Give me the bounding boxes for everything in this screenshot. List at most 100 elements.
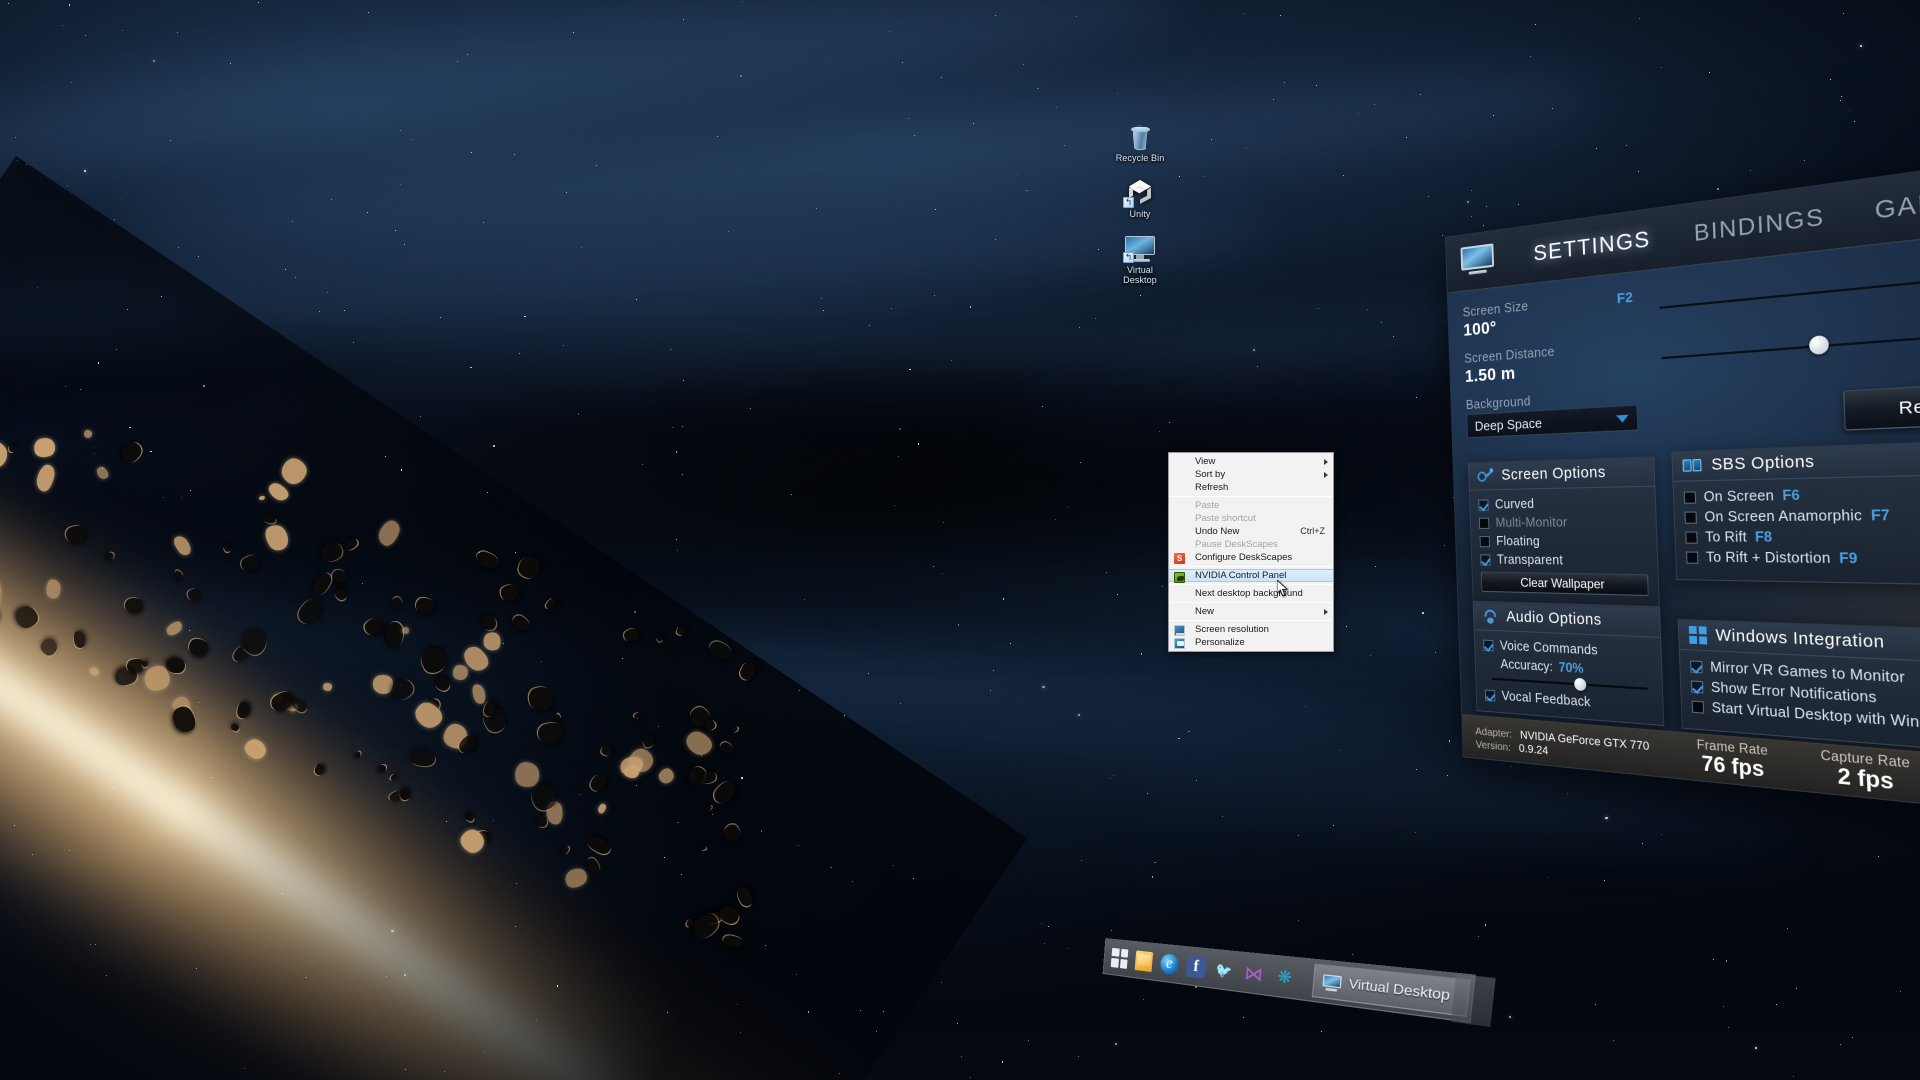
desktop-icon-label: Recycle Bin bbox=[1101, 153, 1179, 163]
taskbar-window-label: Virtual Desktop bbox=[1348, 977, 1451, 1004]
checkbox-label: Transparent bbox=[1497, 552, 1564, 567]
checkbox-label: To Rift bbox=[1705, 529, 1747, 545]
checkbox-row-to-rift-distortion[interactable]: To Rift + Distortion F9 bbox=[1686, 549, 1920, 568]
version-label: Version: bbox=[1476, 738, 1512, 754]
menu-item-next-desktop-background[interactable]: Next desktop background bbox=[1169, 587, 1333, 600]
facebook-icon[interactable] bbox=[1186, 955, 1206, 978]
checkbox[interactable] bbox=[1686, 551, 1699, 563]
folder-icon[interactable] bbox=[1135, 950, 1154, 972]
vocal-feedback-checkbox[interactable] bbox=[1485, 689, 1496, 701]
checkbox[interactable] bbox=[1480, 554, 1490, 565]
desktop-icon-recycle-bin[interactable]: Recycle Bin bbox=[1101, 112, 1179, 163]
checkbox-row-curved[interactable]: Curved bbox=[1478, 495, 1645, 512]
checkbox-label: To Rift + Distortion bbox=[1706, 549, 1831, 566]
screen-size-hotkey: F2 bbox=[1617, 289, 1633, 307]
voice-commands-label: Voice Commands bbox=[1500, 638, 1598, 657]
menu-separator bbox=[1170, 566, 1332, 567]
submenu-arrow-icon bbox=[1324, 459, 1328, 465]
menu-item-refresh[interactable]: Refresh bbox=[1169, 481, 1333, 494]
vocal-feedback-label: Vocal Feedback bbox=[1501, 689, 1590, 710]
checkbox-row-multi-monitor: Multi-Monitor bbox=[1479, 514, 1647, 530]
checkbox-row-transparent[interactable]: Transparent bbox=[1480, 552, 1648, 568]
chevron-down-icon bbox=[1616, 414, 1629, 422]
version-value: 0.9.24 bbox=[1515, 741, 1549, 757]
tab-games[interactable]: GAMES bbox=[1874, 182, 1920, 225]
checkbox[interactable] bbox=[1692, 700, 1705, 713]
menu-item-personalize[interactable]: Personalize bbox=[1169, 636, 1333, 649]
menu-item-configure-deskscapes[interactable]: S Configure DeskScapes bbox=[1169, 551, 1333, 564]
menu-item-view[interactable]: View bbox=[1169, 455, 1333, 468]
desktop-icon-label: Virtual Desktop bbox=[1101, 265, 1179, 285]
checkbox-row-floating[interactable]: Floating bbox=[1479, 534, 1647, 549]
checkbox-hotkey: F7 bbox=[1871, 507, 1890, 524]
clear-wallpaper-button[interactable]: Clear Wallpaper bbox=[1481, 572, 1649, 596]
visual-studio-icon[interactable] bbox=[1243, 961, 1266, 985]
menu-item-undo-new[interactable]: Undo New Ctrl+Z bbox=[1169, 525, 1333, 538]
screen-options-list[interactable]: Curved Multi-Monitor Floating Transparent Cl… bbox=[1470, 487, 1659, 606]
menu-item-label: Personalize bbox=[1195, 636, 1325, 649]
unity-icon bbox=[1101, 168, 1179, 206]
checkbox-row-on-screen-anamorphic[interactable]: On Screen Anamorphic F7 bbox=[1684, 506, 1920, 525]
accuracy-slider-knob[interactable] bbox=[1574, 678, 1586, 692]
app-icon[interactable] bbox=[1273, 965, 1297, 990]
checkbox[interactable] bbox=[1478, 499, 1488, 510]
screen-distance-slider-knob[interactable] bbox=[1808, 335, 1828, 355]
desktop-icon-unity[interactable]: Unity bbox=[1101, 168, 1179, 219]
menu-item-label: Pause DeskScapes bbox=[1195, 538, 1325, 551]
sbs-options-title: SBS Options bbox=[1711, 453, 1815, 474]
microphone-icon bbox=[1482, 608, 1499, 625]
checkbox[interactable] bbox=[1691, 680, 1704, 693]
windows-logo-icon bbox=[1689, 626, 1707, 645]
sbs-options-card[interactable]: SBS Options On Screen F6 On Screen Anamorp… bbox=[1671, 440, 1920, 586]
desktop-context-menu[interactable]: View Sort by Refresh Paste Paste shortcut Und… bbox=[1168, 452, 1334, 652]
recycle-bin-icon bbox=[1101, 112, 1179, 150]
tab-settings[interactable]: SETTINGS bbox=[1533, 226, 1651, 266]
wrench-gear-icon bbox=[1477, 468, 1494, 485]
checkbox[interactable] bbox=[1684, 511, 1697, 523]
menu-item-label: New bbox=[1195, 605, 1325, 618]
checkbox-hotkey: F6 bbox=[1782, 487, 1800, 503]
menu-item-screen-resolution[interactable]: Screen resolution bbox=[1169, 623, 1333, 636]
checkbox-row-to-rift[interactable]: To Rift F8 bbox=[1685, 528, 1920, 545]
menu-item-label: Next desktop background bbox=[1195, 587, 1325, 600]
screen-icon bbox=[1174, 625, 1185, 636]
audio-options-title: Audio Options bbox=[1506, 609, 1602, 629]
checkbox[interactable] bbox=[1480, 536, 1490, 547]
checkbox[interactable] bbox=[1684, 491, 1697, 503]
windows-start-icon[interactable] bbox=[1111, 947, 1129, 968]
checkbox-hotkey: F9 bbox=[1839, 550, 1858, 567]
screen-options-card[interactable]: Screen Options Curved Multi-Monitor Floati… bbox=[1468, 456, 1660, 607]
accuracy-label: Accuracy: bbox=[1500, 657, 1553, 675]
menu-separator bbox=[1170, 620, 1332, 621]
twitter-icon[interactable] bbox=[1214, 958, 1235, 981]
menu-item-label: View bbox=[1195, 455, 1325, 468]
sbs-options-list[interactable]: On Screen F6 On Screen Anamorphic F7 To Rift… bbox=[1674, 475, 1920, 585]
virtual-desktop-vr-panel[interactable]: SETTINGS BINDINGS GAMES Screen Size 100°… bbox=[1445, 130, 1920, 837]
menu-item-nvidia-control-panel[interactable]: NVIDIA Control Panel bbox=[1169, 569, 1333, 582]
menu-item-label: Undo New bbox=[1195, 525, 1290, 538]
virtual-desktop-logo-icon bbox=[1459, 243, 1497, 280]
deskscapes-icon: S bbox=[1174, 553, 1185, 564]
desktop-icon-virtual-desktop[interactable]: Virtual Desktop bbox=[1101, 224, 1179, 285]
voice-commands-checkbox[interactable] bbox=[1483, 639, 1494, 651]
mouse-cursor bbox=[1277, 580, 1290, 598]
checkbox-label: Floating bbox=[1496, 534, 1540, 549]
menu-item-sort-by[interactable]: Sort by bbox=[1169, 468, 1333, 481]
checkbox-label: Multi-Monitor bbox=[1495, 515, 1567, 530]
checkbox[interactable] bbox=[1685, 531, 1698, 543]
menu-item-label: Configure DeskScapes bbox=[1195, 551, 1325, 564]
checkbox-label: On Screen Anamorphic bbox=[1704, 507, 1862, 524]
reset-orientation-button[interactable]: Reset Orientation bbox=[1843, 374, 1920, 431]
checkbox[interactable] bbox=[1690, 660, 1703, 673]
menu-item-new[interactable]: New bbox=[1169, 605, 1333, 618]
tab-bindings[interactable]: BINDINGS bbox=[1693, 203, 1825, 247]
menu-item-label: Refresh bbox=[1195, 481, 1325, 494]
checkbox-row-on-screen[interactable]: On Screen F6 bbox=[1684, 484, 1920, 505]
accuracy-slider-track[interactable] bbox=[1492, 678, 1648, 690]
windows-integration-title: Windows Integration bbox=[1715, 627, 1885, 653]
edge-icon[interactable] bbox=[1160, 953, 1179, 975]
audio-options-card[interactable]: Audio Options Voice Commands Accuracy: 7… bbox=[1473, 602, 1665, 726]
menu-item-pause-deskscapes: Pause DeskScapes bbox=[1169, 538, 1333, 551]
menu-separator bbox=[1170, 602, 1332, 603]
checkbox-label: Curved bbox=[1495, 497, 1535, 512]
